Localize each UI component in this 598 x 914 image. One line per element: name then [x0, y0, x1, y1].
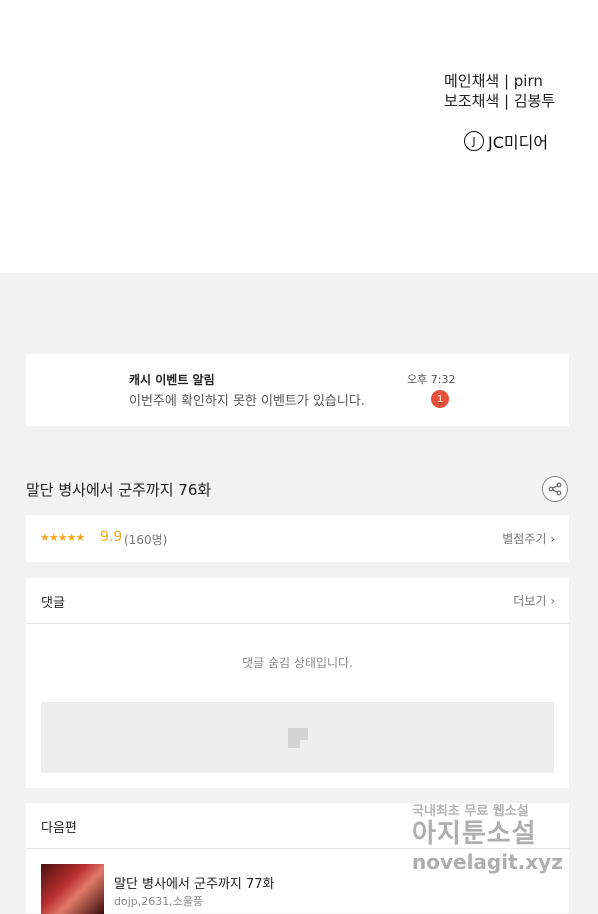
rate-button[interactable]: 별점주기 ›	[502, 530, 555, 547]
publisher-logo-text: JC미디어	[488, 133, 549, 152]
next-episode-title[interactable]: 말단 병사에서 군주까지 77화	[114, 873, 275, 892]
share-button[interactable]	[542, 476, 568, 502]
share-icon	[548, 482, 562, 496]
rating-bar: ★★★★★ 9.9 (160명) 별점주기 ›	[26, 515, 569, 562]
comments-label: 댓글	[41, 596, 65, 611]
episode-title: 말단 병사에서 군주까지 76화	[26, 481, 212, 499]
notification-title: 캐시 이벤트 알림	[129, 373, 215, 387]
comments-hidden-message: 댓글 숨김 상태입니다.	[242, 656, 353, 670]
credit-sub-color: 보조채색 | 김봉투	[444, 92, 556, 110]
next-episode-section: 다음편 말단 병사에서 군주까지 77화 dojp,2631,소울풍	[26, 803, 569, 914]
credit-main-color: 메인채색 | pirn	[444, 72, 543, 90]
episode-end-panel: 메인채색 | pirn 보조채색 | 김봉투 J JC미디어	[0, 0, 598, 273]
notification-time: 오후 7:32	[407, 373, 456, 386]
rating-stars-icon: ★★★★★	[40, 531, 85, 544]
credits-block: 메인채색 | pirn 보조채색 | 김봉투	[444, 71, 555, 111]
comments-more-link[interactable]: 더보기 ›	[513, 592, 555, 609]
ad-placeholder-icon	[288, 728, 308, 748]
ad-placeholder[interactable]	[41, 702, 554, 773]
publisher-logo-icon: J	[464, 131, 484, 151]
rating-count: (160명)	[124, 533, 168, 547]
next-episode-meta: dojp,2631,소울풍	[114, 895, 204, 908]
rating-score: 9.9	[100, 529, 123, 545]
notification-message: 이번주에 확인하지 못한 이벤트가 있습니다.	[129, 394, 365, 409]
next-episode-label: 다음편	[41, 821, 77, 836]
publisher-logo: J JC미디어	[464, 129, 548, 153]
notification-badge: 1	[431, 390, 449, 408]
comments-header: 댓글 더보기 ›	[26, 578, 569, 624]
comments-section: 댓글 더보기 › 댓글 숨김 상태입니다.	[26, 578, 569, 788]
cash-event-notification[interactable]: 캐시 이벤트 알림 오후 7:32 이번주에 확인하지 못한 이벤트가 있습니다…	[26, 354, 569, 426]
next-episode-thumbnail[interactable]	[41, 864, 104, 914]
next-episode-header: 다음편	[26, 803, 569, 849]
